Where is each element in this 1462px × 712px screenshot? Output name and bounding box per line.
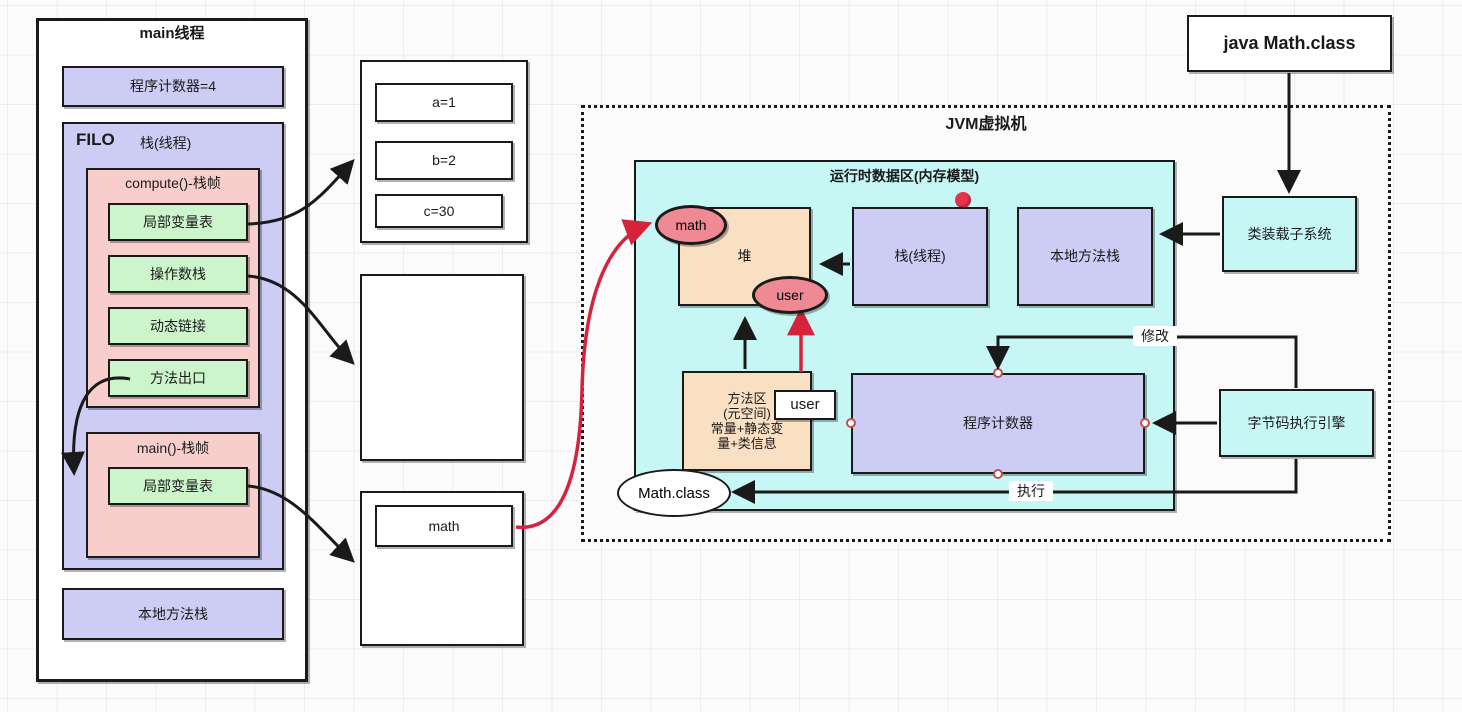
selection-handle-left[interactable] xyxy=(846,418,856,428)
execution-engine-box: 字节码执行引擎 xyxy=(1219,389,1374,457)
method-area-line-0: 方法区 xyxy=(727,391,767,407)
runtime-native-stack-box: 本地方法栈 xyxy=(1017,207,1153,306)
method-area-line-3: 量+类信息 xyxy=(717,435,777,451)
selection-handle-right[interactable] xyxy=(1140,418,1150,428)
edge-label-modify: 修改 xyxy=(1133,326,1177,346)
compute-frame-item-0: 局部变量表 xyxy=(108,203,248,241)
main-thread-program-counter: 程序计数器=4 xyxy=(62,66,284,107)
empty-panel xyxy=(360,274,524,461)
entry-command-box: java Math.class xyxy=(1187,15,1392,72)
locals-var-0: a=1 xyxy=(375,83,513,122)
selection-handle-bottom[interactable] xyxy=(993,469,1003,479)
stack-thread-label: 栈(线程) xyxy=(140,135,192,151)
runtime-data-area-title: 运行时数据区(内存模型) xyxy=(829,168,980,184)
main-frame-title: main()-栈帧 xyxy=(136,440,210,456)
math-class-ellipse: Math.class xyxy=(617,469,731,517)
selection-handle-top[interactable] xyxy=(993,368,1003,378)
runtime-program-counter-box: 程序计数器 xyxy=(851,373,1145,474)
method-area-user-tag: user xyxy=(774,390,836,420)
compute-frame-item-3: 方法出口 xyxy=(108,359,248,397)
jvm-title: JVM虚拟机 xyxy=(945,116,1027,133)
heap-object-math-ellipse: math xyxy=(655,205,727,245)
main-thread-native-stack: 本地方法栈 xyxy=(62,588,284,640)
method-area-line-2: 常量+静态变 xyxy=(710,421,784,436)
main-thread-title: main线程 xyxy=(139,25,205,42)
heap-object-user-ellipse: user xyxy=(752,276,828,314)
class-loader-box: 类装载子系统 xyxy=(1222,196,1357,272)
compute-frame-title: compute()-栈帧 xyxy=(125,175,221,191)
red-dot-marker xyxy=(955,192,971,208)
object-panel-item-0: math xyxy=(375,505,513,547)
edge-label-execute: 执行 xyxy=(1009,481,1053,501)
runtime-stack-box: 栈(线程) xyxy=(852,207,988,306)
locals-var-1: b=2 xyxy=(375,141,513,180)
method-area-box: 方法区 (元空间) 常量+静态变 量+类信息 xyxy=(682,371,812,471)
diagram-canvas: main线程 程序计数器=4 FILO 栈(线程) compute()-栈帧 局… xyxy=(0,0,1462,712)
compute-frame-item-2: 动态链接 xyxy=(108,307,248,345)
stack-filo-label: FILO xyxy=(76,130,115,149)
compute-frame-item-1: 操作数栈 xyxy=(108,255,248,293)
locals-var-2: c=30 xyxy=(375,194,503,228)
method-area-line-1: (元空间) xyxy=(723,406,771,422)
main-frame-item-0: 局部变量表 xyxy=(108,467,248,505)
